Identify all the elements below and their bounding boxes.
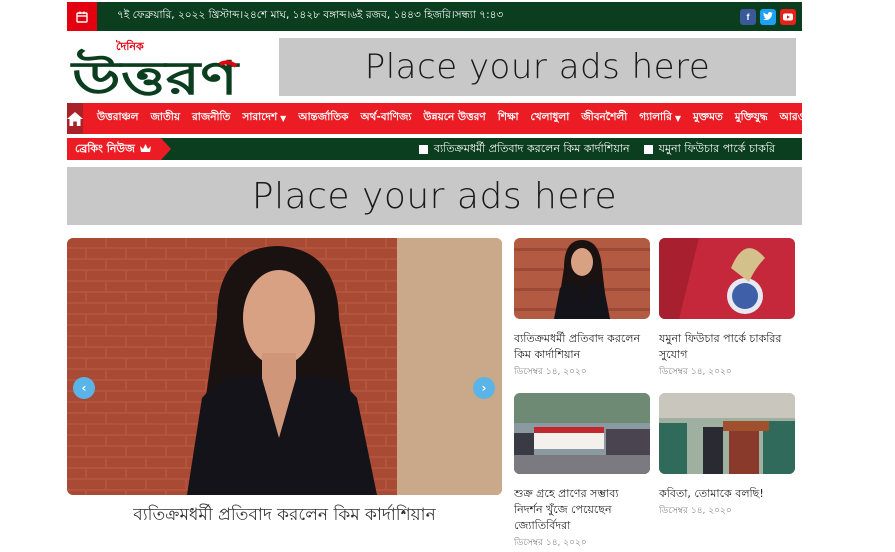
nav-item-label: জাতীয় [150, 111, 181, 123]
nav-item[interactable]: জাতীয় [145, 110, 187, 127]
nav-item-label: অর্থ-বাণিজ্য [360, 111, 412, 123]
nav-item[interactable]: মুক্তমত [687, 110, 729, 127]
social-links: f [740, 8, 796, 25]
news-card-date: ডিসেম্বর ১৪, ২০২০ [514, 367, 587, 377]
chevron-down-icon: ▼ [808, 114, 815, 123]
ad-banner-middle-text: Place your ads here [251, 175, 618, 217]
news-card[interactable]: ব্যতিক্রমধর্মী প্রতিবাদ করলেন কিম কার্দা… [514, 238, 650, 379]
twitter-icon[interactable] [760, 8, 776, 25]
news-card-date: ডিসেম্বর ১৪, ২০২০ [514, 538, 587, 548]
news-card-title[interactable]: ব্যতিক্রমধর্মী প্রতিবাদ করলেন কিম কার্দা… [514, 331, 650, 363]
calendar-icon [67, 2, 97, 31]
nav-item[interactable]: খেলাধুলা [525, 110, 576, 127]
nav-item[interactable]: উত্তরাঞ্চল [91, 110, 145, 127]
news-card-image[interactable] [514, 393, 650, 474]
nav-item-label: উত্তরাঞ্চল [97, 111, 139, 123]
facebook-icon[interactable]: f [740, 8, 756, 25]
nav-item[interactable]: জীবনশৈলী [575, 110, 633, 127]
top-bar: ৭ই ফেব্রুয়ারি, ২০২২ খ্রিস্টাব্দ।২৪শে মা… [67, 2, 802, 31]
nav-item[interactable]: অর্থ-বাণিজ্য [354, 110, 417, 127]
featured-image [67, 238, 502, 495]
news-card-image[interactable] [659, 393, 795, 474]
news-card-title[interactable]: কবিতা, তোমাকে বলছি! [659, 486, 795, 502]
current-date: ৭ই ফেব্রুয়ারি, ২০২২ খ্রিস্টাব্দ।২৪শে মা… [117, 9, 504, 21]
breaking-news-label: ব্রেকিং নিউজ [67, 138, 171, 160]
featured-caption[interactable]: ব্যতিক্রমধর্মী প্রতিবাদ করলেন কিম কার্দা… [67, 502, 502, 530]
site-logo[interactable]: দৈনিক উত্তরণ [69, 36, 241, 105]
youtube-icon[interactable] [780, 8, 796, 25]
news-card[interactable]: শুক্র গ্রহে প্রাণের সম্ভাব্য নিদর্শন খুঁ… [514, 393, 650, 550]
nav-item[interactable]: উন্নয়নে উত্তরণ [417, 110, 491, 127]
nav-item-label: গ্যালারি [639, 111, 672, 123]
nav-item-label: আন্তর্জাতিক [298, 111, 349, 123]
nav-item[interactable]: রাজনীতি [186, 110, 236, 127]
nav-item-label: উন্নয়নে উত্তরণ [423, 111, 486, 123]
news-card[interactable]: কবিতা, তোমাকে বলছি! ডিসেম্বর ১৪, ২০২০ [659, 393, 795, 518]
crown-icon [139, 143, 151, 156]
featured-slider[interactable]: ‹ › [67, 238, 502, 495]
nav-item-label: আরও [779, 111, 806, 123]
nav-item[interactable]: গ্যালারি ▼ [633, 110, 687, 127]
nav-item[interactable]: আন্তর্জাতিক [292, 110, 354, 127]
ticker-item[interactable]: যমুনা ফিউচার পার্কে চাকরি [643, 140, 775, 159]
nav-item-label: মুক্তমত [693, 111, 723, 123]
slider-next-button[interactable]: › [473, 377, 495, 399]
square-icon [643, 144, 653, 154]
news-card[interactable]: যমুনা ফিউচার পার্কে চাকরির সুযোগ ডিসেম্ব… [659, 238, 795, 379]
news-card-image[interactable] [659, 238, 795, 319]
ad-banner-middle[interactable]: Place your ads here [67, 167, 802, 225]
ticker-item[interactable]: ব্যতিক্রমধর্মী প্রতিবাদ করলেন কিম কার্দা… [418, 140, 630, 159]
news-card-date: ডিসেম্বর ১৪, ২০২০ [659, 506, 732, 516]
nav-item-label: মুক্তিযুদ্ধ [734, 111, 768, 123]
home-icon[interactable] [67, 103, 83, 134]
breaking-news-bar: ব্রেকিং নিউজ ব্যতিক্রমধর্মী প্রতিবাদ করল… [67, 138, 802, 160]
ad-banner-top-text: Place your ads here [364, 47, 711, 87]
nav-item[interactable]: আরও ▼ [774, 110, 821, 127]
nav-item[interactable]: সারাদেশ ▼ [236, 110, 292, 127]
ad-banner-top[interactable]: Place your ads here [279, 38, 796, 96]
nav-item[interactable]: মুক্তিযুদ্ধ [729, 110, 774, 127]
nav-item-label: রাজনীতি [192, 111, 231, 123]
nav-item-label: শিক্ষা [497, 111, 519, 123]
news-card-title[interactable]: যমুনা ফিউচার পার্কে চাকরির সুযোগ [659, 331, 795, 363]
nav-item-label: খেলাধুলা [530, 111, 570, 123]
news-card-image[interactable] [514, 238, 650, 319]
main-nav: উত্তরাঞ্চল জাতীয় রাজনীতি সারাদেশ ▼ আন্তর্জাত… [67, 103, 815, 134]
nav-item-label: জীবনশৈলী [581, 111, 628, 123]
news-card-date: ডিসেম্বর ১৪, ২০২০ [659, 367, 732, 377]
square-icon [418, 144, 428, 154]
nav-item[interactable]: শিক্ষা [492, 110, 525, 127]
news-card-title[interactable]: শুক্র গ্রহে প্রাণের সম্ভাব্য নিদর্শন খুঁ… [514, 486, 650, 534]
news-ticker: ব্যতিক্রমধর্মী প্রতিবাদ করলেন কিম কার্দা… [418, 140, 775, 159]
logo-main-text: উত্তরণ [70, 48, 240, 100]
chevron-down-icon: ▼ [280, 114, 287, 123]
nav-item-label: সারাদেশ [242, 111, 278, 123]
slider-prev-button[interactable]: ‹ [73, 377, 95, 399]
chevron-down-icon: ▼ [674, 114, 682, 123]
